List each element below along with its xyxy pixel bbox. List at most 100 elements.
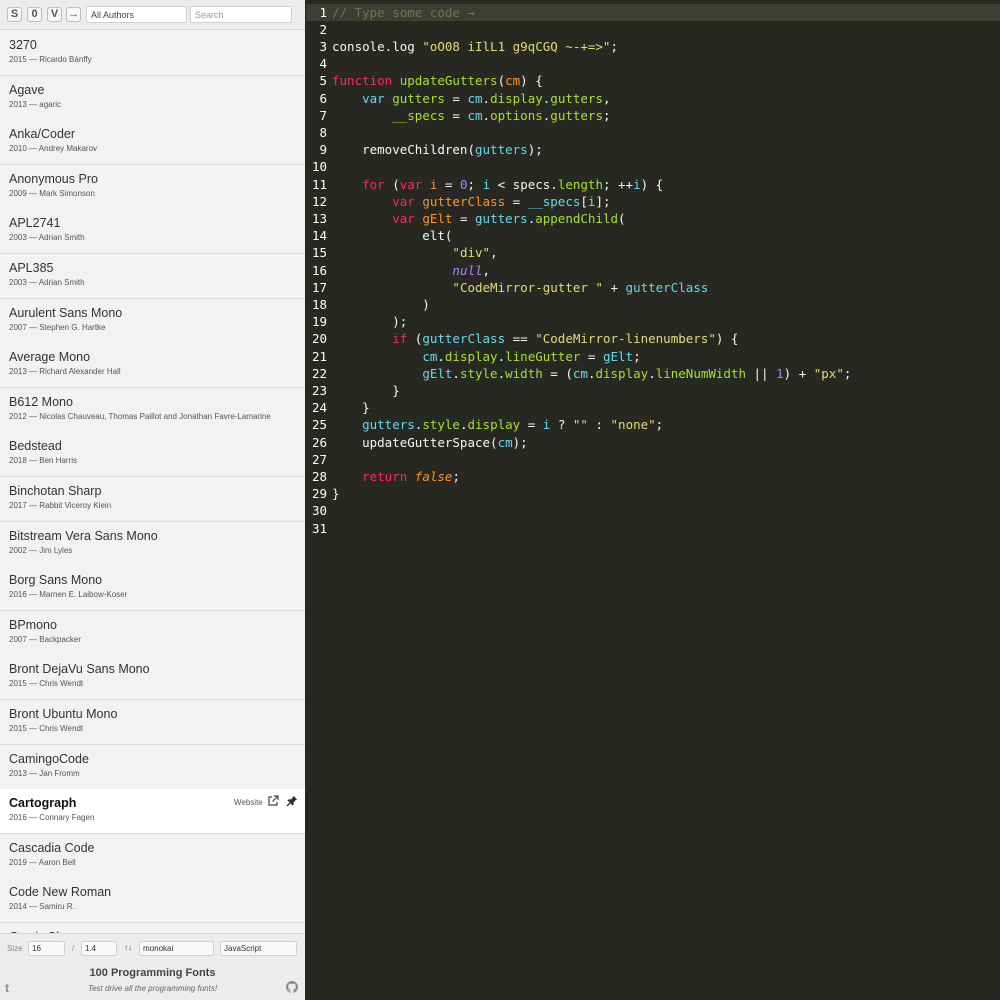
font-item[interactable]: APL2741 2003 — Adrian Smith [0, 209, 305, 255]
code-text: removeChildren(gutters); [332, 142, 543, 158]
code-line: 24 } [306, 399, 1000, 416]
code-line: 23 } [306, 382, 1000, 399]
code-line: 12 var gutterClass = __specs[i]; [306, 193, 1000, 210]
search-input[interactable] [190, 6, 292, 23]
font-item[interactable]: 3270 2015 — Ricardo Bánffy [0, 31, 305, 76]
code-text: var gutterClass = __specs[i]; [392, 193, 611, 209]
code-line: 21 cm.display.lineGutter = gElt; [306, 348, 1000, 365]
language-select[interactable] [220, 941, 297, 956]
font-meta: 2012 — Nicolas Chauveau, Thomas Paillot … [9, 411, 271, 421]
font-name: APL385 [9, 261, 54, 275]
font-name: Anka/Coder [9, 127, 76, 142]
font-item[interactable]: Code New Roman 2014 — Samiru R. [0, 878, 305, 924]
line-number: 11 [311, 176, 327, 192]
font-item[interactable]: Bitstream Vera Sans Mono 2002 — Jim Lyles [0, 521, 305, 567]
font-name: APL2741 [9, 216, 61, 231]
code-line: 19 ); [306, 313, 1000, 330]
font-meta: 2002 — Jim Lyles [9, 545, 73, 555]
code-line: 16 null, [306, 262, 1000, 279]
font-item[interactable]: Aurulent Sans Mono 2007 — Stephen G. Hart… [0, 298, 305, 344]
line-number: 9 [319, 142, 327, 158]
font-meta: 2019 — Aaron Bell [9, 857, 76, 867]
line-number: 21 [311, 348, 327, 364]
font-meta: 2003 — Adrian Smith [9, 278, 85, 287]
font-item[interactable]: Anonymous Pro 2009 — Mark Simonson [0, 164, 305, 210]
font-item[interactable]: Average Mono 2013 — Richard Alexander Hal… [0, 343, 305, 389]
font-item[interactable]: APL385 2003 — Adrian Smith [0, 254, 305, 299]
font-meta: 2015 — Chris Wendt [9, 724, 84, 733]
line-number: 10 [311, 159, 327, 175]
font-item[interactable]: BPmono 2007 — Backpacker [0, 610, 305, 656]
font-item[interactable]: Bedstead 2018 — Ben Harris [0, 432, 305, 478]
code-text: var gElt = gutters.appendChild( [392, 210, 626, 226]
code-text: cm.display.lineGutter = gElt; [422, 348, 641, 364]
font-item[interactable]: Borg Sans Mono 2016 — Marnen E. Laibow-Ko… [0, 566, 305, 612]
line-number: 15 [311, 245, 327, 261]
code-text: ) [332, 296, 430, 312]
code-line: 5 function updateGutters(cm) { [306, 72, 1000, 89]
font-item[interactable]: CamingoCode 2013 — Jan Fromm [0, 744, 305, 790]
font-item[interactable]: Agave 2013 — agaric [0, 75, 305, 121]
code-line: 27 [306, 451, 1000, 468]
code-editor[interactable]: 1 // Type some code → 2 3 console.log "oO08 … [306, 0, 1000, 1000]
code-line: 13 var gElt = gutters.appendChild( [306, 210, 1000, 227]
font-item[interactable]: B612 Mono 2012 — Nicolas Chauveau, Thomas… [0, 387, 305, 433]
line-number: 30 [311, 503, 327, 519]
code-line: 26 updateGutterSpace(cm); [306, 434, 1000, 451]
font-item[interactable]: Binchotan Sharp 2017 — Rabbit Viceroy Kle… [0, 477, 305, 522]
line-number: 31 [311, 520, 327, 536]
font-meta: 2014 — Samiru R. [9, 902, 75, 912]
filter-ligature-button[interactable]: → [66, 7, 81, 22]
code-text: updateGutterSpace(cm); [332, 434, 528, 450]
font-meta: 2015 — Chris Wendt [9, 679, 84, 689]
code-line: 1 // Type some code → [306, 3, 1000, 21]
font-meta: 2009 — Mark Simonson [9, 188, 95, 198]
website-link[interactable]: Website [234, 798, 263, 807]
sort-toggle[interactable]: ↑↓ [124, 943, 132, 952]
font-list: 3270 2015 — Ricardo Bánffy Agave 2013 — aga… [0, 31, 305, 933]
code-line: 3 console.log "oO08 iIlL1 g9qCGQ ~-+=>"; [306, 38, 1000, 55]
line-number: 16 [311, 262, 327, 278]
code-text: function updateGutters(cm) { [332, 73, 543, 89]
line-number: 23 [311, 382, 327, 398]
font-item-selected[interactable]: Cartograph 2016 — Connary Fagen Website [0, 789, 305, 835]
code-line: 17 "CodeMirror-gutter " + gutterClass [306, 279, 1000, 296]
line-number: 3 [319, 38, 327, 54]
code-line: 25 gutters.style.display = i ? "" : "non… [306, 416, 1000, 433]
line-number: 27 [311, 451, 327, 467]
github-icon[interactable] [286, 981, 298, 993]
font-meta: 2018 — Ben Harris [9, 456, 78, 466]
authors-filter-select[interactable] [86, 6, 187, 23]
line-number: 19 [311, 314, 327, 330]
code-text: for (var i = 0; i < specs.length; ++i) { [362, 176, 664, 192]
size-label: Size [7, 944, 23, 953]
font-name: Aurulent Sans Mono [9, 305, 123, 320]
font-item[interactable]: Cascadia Code 2019 — Aaron Bell [0, 833, 305, 879]
font-name: B612 Mono [9, 394, 73, 409]
font-name: Average Mono [9, 350, 91, 365]
filter-zero-button[interactable]: 0 [27, 7, 42, 22]
font-item[interactable]: Bront Ubuntu Mono 2015 — Chris Wendt [0, 700, 305, 745]
code-text: __specs = cm.options.gutters; [392, 107, 611, 123]
line-height-input[interactable] [81, 941, 117, 956]
external-link-icon[interactable] [267, 795, 279, 807]
pin-icon[interactable] [286, 795, 298, 807]
line-number: 17 [311, 279, 327, 295]
code-line: 14 elt( [306, 227, 1000, 244]
font-name: Bedstead [9, 439, 62, 454]
line-number: 18 [311, 296, 327, 312]
code-line: 22 gElt.style.width = (cm.display.lineNu… [306, 365, 1000, 382]
filter-variant-button[interactable]: V [47, 7, 62, 22]
theme-select[interactable] [139, 941, 214, 956]
filter-serif-button[interactable]: S [7, 7, 22, 22]
code-line: 30 [306, 502, 1000, 519]
font-size-input[interactable] [28, 941, 65, 956]
font-name: Cascadia Code [9, 840, 95, 855]
code-text: "CodeMirror-gutter " + gutterClass [452, 279, 709, 295]
font-name: Code New Roman [9, 885, 112, 900]
font-item[interactable]: Anka/Coder 2010 — Andrey Makarov [0, 120, 305, 166]
font-item[interactable]: Comic Shanns [0, 923, 305, 933]
filter-toolbar: S 0 V → [0, 0, 305, 30]
font-item[interactable]: Bront DejaVu Sans Mono 2015 — Chris Wendt [0, 655, 305, 701]
font-meta: 2010 — Andrey Makarov [9, 144, 98, 154]
